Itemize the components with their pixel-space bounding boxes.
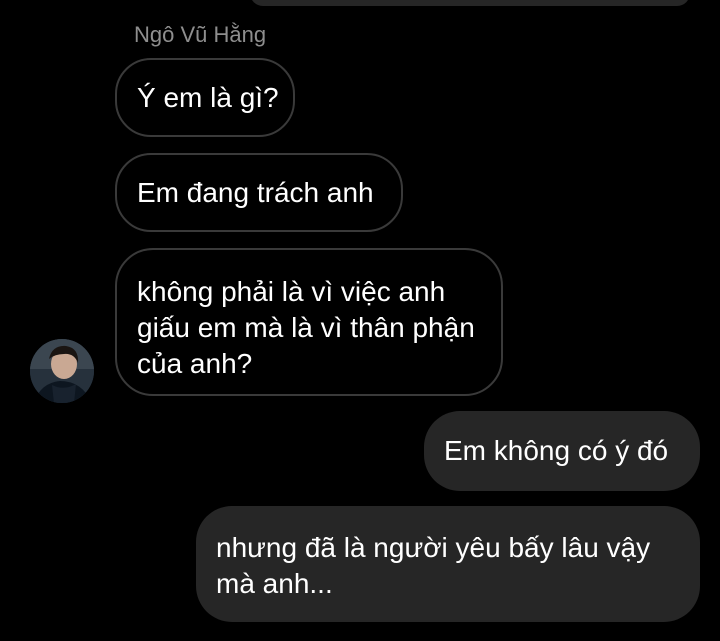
outgoing-message-bubble[interactable]: Em không có ý đó [424,411,700,491]
outgoing-message-bubble[interactable]: nhưng đã là người yêu bấy lâu vậy mà anh… [196,506,700,622]
avatar-photo-icon [30,339,94,403]
sender-avatar[interactable] [30,339,94,403]
incoming-message-bubble[interactable]: không phải là vì việc anh giấu em mà là … [115,248,503,396]
incoming-message-bubble[interactable]: Em đang trách anh [115,153,403,232]
previous-message-bubble[interactable] [250,0,690,6]
sender-name: Ngô Vũ Hằng [134,22,267,47]
incoming-message-bubble[interactable]: Ý em là gì? [115,58,295,137]
